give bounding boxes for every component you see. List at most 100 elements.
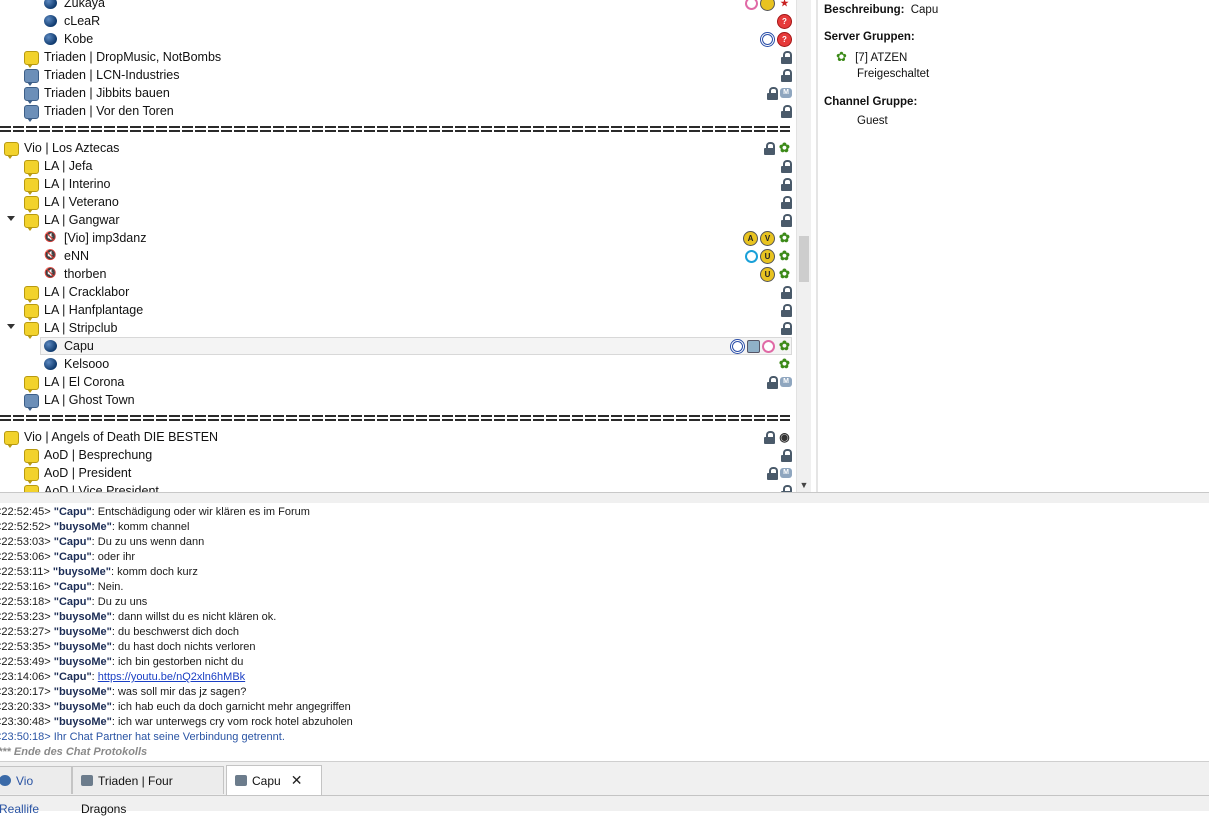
channel-icon [24,214,39,231]
channel-row[interactable]: LA | Ghost Town [0,391,796,411]
scrollbar-thumb[interactable] [799,236,809,282]
separator-line [0,415,790,421]
channel-row[interactable]: AoD | Vice President [0,482,796,492]
tab-triaden-four-dragons[interactable]: Triaden | Four Dragons [72,766,224,816]
leaf-icon: ✿ [836,49,847,64]
leaf-icon: ✿ [779,266,790,281]
channel-name: Vio | Angels of Death DIE BESTEN [24,430,219,444]
client-row[interactable]: 🔇 [Vio] imp3danz A V ✿ [0,229,796,247]
client-name: cLeaR [64,14,101,28]
channel-row[interactable]: LA | Hanfplantage [0,301,796,321]
channel-name: LA | Stripclub [44,321,118,335]
chat-nickname[interactable]: "Capu" [54,581,92,593]
client-row[interactable]: Capu ✿ [0,337,796,355]
channel-name: Vio | Los Aztecas [24,141,120,155]
row-status-icons: A V ✿ [743,230,792,246]
lock-icon [767,467,778,480]
client-icon [44,358,57,370]
channel-row[interactable]: Triaden | Jibbits bauen M [0,84,796,104]
channel-row[interactable]: Vio | Angels of Death DIE BESTEN ◉ [0,428,796,448]
description-row: Beschreibung: Capu [824,4,938,16]
row-status-icons [781,483,792,492]
chat-nickname[interactable]: "buysoMe" [54,686,112,698]
channel-row[interactable]: LA | Stripclub [0,319,796,339]
tab-capu[interactable]: Capu ✕ [226,765,322,795]
eye-icon: ◉ [779,430,790,444]
chat-timestamp: <22:52:52> [0,521,54,533]
client-row[interactable]: 🔇 thorben U ✿ [0,265,796,283]
row-status-icons: ◉ [764,429,792,445]
chat-nickname[interactable]: "buysoMe" [54,626,112,638]
channel-row[interactable]: LA | Gangwar [0,211,796,231]
channel-row[interactable]: LA | Cracklabor [0,283,796,303]
close-icon[interactable]: ✕ [291,772,303,788]
chat-nickname[interactable]: "Capu" [54,506,92,518]
chat-message: : oder ihr [91,551,136,563]
description-label: Beschreibung: [824,4,905,16]
info-panel: Beschreibung: Capu Server Gruppen: ✿ [7]… [818,0,1209,492]
channel-row[interactable]: LA | Interino [0,175,796,195]
chat-nickname[interactable]: "Capu" [54,596,92,608]
channel-row[interactable]: AoD | Besprechung [0,446,796,466]
chat-line: <22:53:16> "Capu": Nein. [0,580,123,595]
channel-row[interactable]: Triaden | LCN-Industries [0,66,796,86]
row-status-icons [781,103,792,119]
channel-row[interactable]: AoD | President M [0,464,796,484]
chat-nickname[interactable]: "Capu" [54,551,92,563]
chat-nickname[interactable]: "buysoMe" [53,566,111,578]
chat-system-line: <23:50:18> Ihr Chat Partner hat seine Ve… [0,730,285,745]
channel-row[interactable]: LA | El Corona M [0,373,796,393]
row-status-icons: ✿ [777,356,792,372]
channel-name: LA | Jefa [44,159,93,173]
channel-name: LA | Cracklabor [44,285,130,299]
question-badge-icon: ? [777,13,792,29]
chat-message: : was soll mir das jz sagen? [111,686,247,698]
chat-nickname[interactable]: "buysoMe" [54,716,112,728]
client-row[interactable]: Zukaya ★ [0,0,796,12]
channel-row[interactable]: Triaden | Vor den Toren [0,102,796,122]
chat-nickname[interactable]: "buysoMe" [54,641,112,653]
channel-row[interactable]: Vio | Los Aztecas ✿ [0,139,796,159]
channel-icon [24,178,39,195]
lock-icon [781,322,792,335]
expand-arrow-icon[interactable] [7,324,15,329]
client-row[interactable]: cLeaR? [0,12,796,30]
chat-nickname[interactable]: "buysoMe" [54,611,112,623]
server-group-2: Freigeschaltet [857,68,930,80]
channel-name: AoD | President [44,466,132,480]
client-name: Kelsooo [64,357,110,371]
chat-link[interactable]: https://youtu.be/nQ2xln6hMBk [98,671,245,683]
channel-icon [4,431,19,448]
lock-icon [781,160,792,173]
client-row[interactable]: 🔇 eNN U ✿ [0,247,796,265]
row-status-icons: M [767,85,792,101]
server-groups-heading: Server Gruppen: [824,31,915,43]
channel-description-icon: M [780,377,792,387]
channel-row[interactable]: LA | Veterano [0,193,796,213]
row-status-icons: M [767,374,792,390]
channel-row[interactable]: Triaden | DropMusic, NotBombs [0,48,796,68]
chat-line: <22:53:06> "Capu": oder ihr [0,550,135,565]
chat-tab-bar: Vio Reallife Triaden | Four Dragons Capu… [0,761,1209,816]
u-badge-icon: U [760,248,775,264]
scroll-down-arrow-icon[interactable]: ▼ [799,480,809,490]
tab-vio-reallife[interactable]: Vio Reallife [0,766,72,816]
expand-arrow-icon[interactable] [7,216,15,221]
chat-line: <22:53:49> "buysoMe": ich bin gestorben … [0,655,243,670]
channel-name: LA | Ghost Town [44,393,135,407]
client-row[interactable]: Kelsooo ✿ [0,355,796,373]
channel-icon [24,322,39,339]
chat-timestamp: <22:53:06> [0,551,54,563]
client-row[interactable]: Kobe? [0,30,796,48]
row-status-icons: U ✿ [745,248,792,264]
channel-full-icon [24,87,39,104]
tree-scrollbar[interactable]: ▼ [796,0,811,492]
chat-nickname[interactable]: "Capu" [54,536,92,548]
chat-nickname[interactable]: "Capu" [54,671,92,683]
chat-message: : Du zu uns wenn dann [91,536,205,548]
chat-nickname[interactable]: "buysoMe" [54,521,112,533]
channel-row[interactable]: LA | Jefa [0,157,796,177]
chat-nickname[interactable]: "buysoMe" [54,701,112,713]
chat-nickname[interactable]: "buysoMe" [54,656,112,668]
chat-end-line: *** Ende des Chat Protokolls [0,746,148,758]
